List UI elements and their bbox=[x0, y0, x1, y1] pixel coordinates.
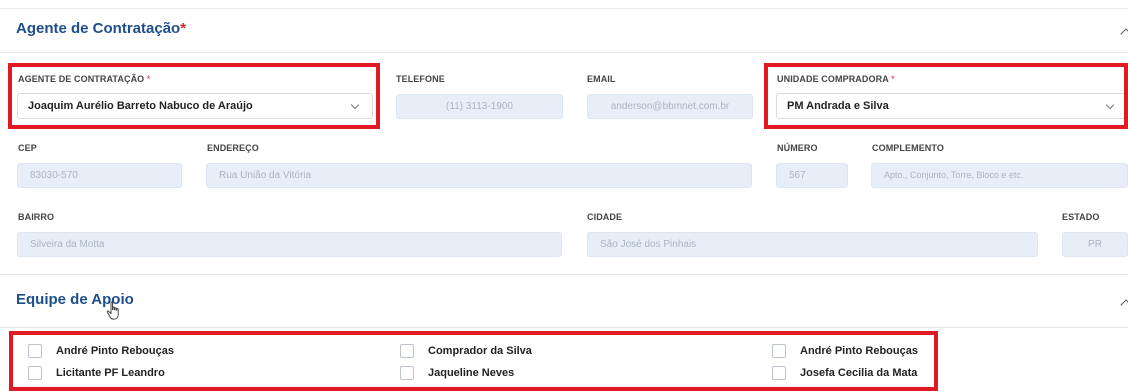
complemento-label: COMPLEMENTO bbox=[872, 143, 944, 153]
cep-field: 83030-570 bbox=[17, 163, 182, 188]
collapse-equipe-chevron-up-icon[interactable] bbox=[1120, 299, 1128, 311]
highlight-equipe bbox=[9, 331, 938, 391]
email-label: EMAIL bbox=[587, 74, 616, 84]
agent-section-title[interactable]: Agente de Contratação* bbox=[16, 20, 186, 37]
numero-label: NÚMERO bbox=[777, 143, 818, 153]
top-divider bbox=[0, 8, 1128, 9]
telefone-field: (11) 3113-1900 bbox=[396, 94, 563, 119]
complemento-field: Apto., Conjunto, Torre, Bloco e etc. bbox=[871, 163, 1128, 188]
highlight-unidade bbox=[764, 63, 1128, 129]
bairro-field: Silveira da Motta bbox=[17, 232, 562, 257]
equipe-section-divider bbox=[0, 327, 1128, 328]
endereco-field: Rua União da Vitória bbox=[206, 163, 752, 188]
numero-field: 567 bbox=[776, 163, 848, 188]
endereco-label: ENDEREÇO bbox=[207, 143, 259, 153]
bairro-label: BAIRRO bbox=[18, 212, 55, 222]
estado-label: ESTADO bbox=[1062, 212, 1100, 222]
email-field: anderson@bbmnet.com.br bbox=[587, 94, 753, 119]
telefone-label: TELEFONE bbox=[396, 74, 445, 84]
address-divider bbox=[0, 274, 1128, 275]
agent-section-divider bbox=[0, 52, 1128, 53]
estado-field: PR bbox=[1062, 232, 1128, 257]
cidade-label: CIDADE bbox=[587, 212, 623, 222]
cidade-field: São José dos Pinhais bbox=[587, 232, 1038, 257]
collapse-agent-chevron-up-icon[interactable] bbox=[1120, 28, 1128, 40]
highlight-agente bbox=[8, 63, 380, 129]
cep-label: CEP bbox=[18, 143, 37, 153]
hand-cursor-icon bbox=[106, 301, 119, 320]
